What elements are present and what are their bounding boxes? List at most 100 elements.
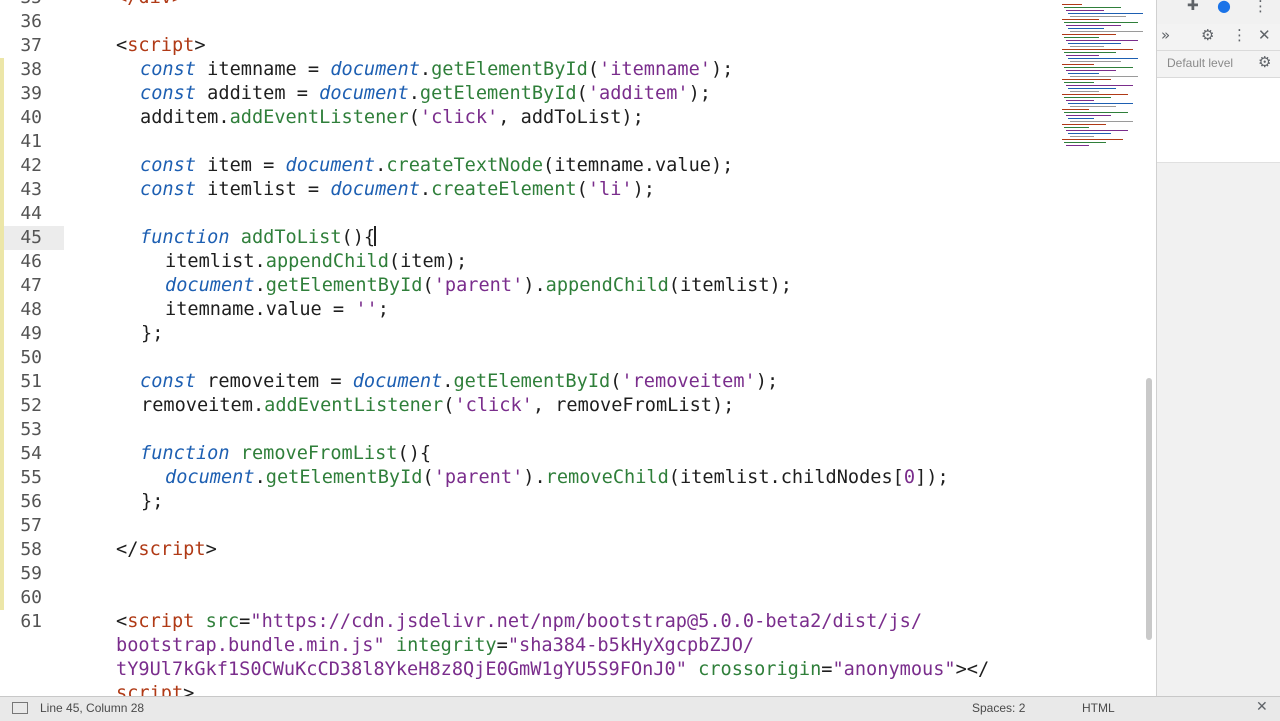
code-line[interactable]: }; <box>141 322 163 346</box>
code-token: additem = <box>195 83 320 104</box>
code-token: (item); <box>388 251 468 272</box>
minimap-line <box>1066 40 1138 41</box>
code-token: > <box>183 683 195 696</box>
code-token: ]); <box>915 467 949 488</box>
gear-icon[interactable]: ⚙ <box>1201 26 1214 44</box>
code-token: (){ <box>341 227 376 248</box>
code-line[interactable]: <script> <box>116 34 206 58</box>
line-number: 58 <box>20 539 42 560</box>
code-line[interactable]: const itemname = document.getElementById… <box>140 58 733 82</box>
code-line[interactable]: itemname.value = ''; <box>165 298 389 322</box>
minimap-line <box>1062 4 1082 5</box>
code-token: < <box>116 35 128 56</box>
code-line[interactable]: bootstrap.bundle.min.js" integrity="sha3… <box>116 634 754 658</box>
minimap-line <box>1068 58 1138 59</box>
minimap-line <box>1064 82 1094 83</box>
code-line[interactable]: </script> <box>116 538 217 562</box>
minimap-line <box>1062 124 1106 125</box>
minimap-line <box>1064 52 1116 53</box>
code-token: bootstrap.bundle.min.js" <box>116 635 385 656</box>
minimap-line <box>1062 34 1116 35</box>
code-line[interactable]: removeitem.addEventListener('click', rem… <box>141 394 734 418</box>
close-icon[interactable]: ✕ <box>1256 699 1268 715</box>
indentation-setting[interactable]: Spaces: 2 <box>972 701 1025 715</box>
code-line[interactable]: const itemlist = document.createElement(… <box>140 178 655 202</box>
code-line[interactable]: document.getElementById('parent').remove… <box>165 466 949 490</box>
code-line[interactable]: }; <box>141 490 163 514</box>
line-number: 47 <box>20 275 42 296</box>
code-line[interactable]: itemlist.appendChild(item); <box>165 250 467 274</box>
minimap-line <box>1064 142 1106 143</box>
line-number: 46 <box>20 251 42 272</box>
code-token: itemname.value = <box>165 299 356 320</box>
vertical-scrollbar[interactable] <box>1146 378 1152 640</box>
code-token: '' <box>355 299 378 320</box>
code-token: document <box>165 467 255 488</box>
code-token: ); <box>710 59 734 80</box>
code-line[interactable]: additem.addEventListener('click', addToL… <box>140 106 644 130</box>
chevrons-right-icon[interactable]: » <box>1161 26 1170 44</box>
minimap-line <box>1062 79 1111 80</box>
line-number: 60 <box>20 587 42 608</box>
minimap-line <box>1064 7 1121 8</box>
code-token: ( <box>610 371 622 392</box>
line-number: 38 <box>20 59 42 80</box>
minimap-line <box>1068 88 1116 89</box>
code-token: ). <box>523 275 546 296</box>
status-bar: Line 45, Column 28 Spaces: 2 HTML ✕ <box>0 696 1280 721</box>
code-line[interactable]: tY9Ul7kGkf1S0CWuKcCD38l8YkeH8z8QjE0GmW1g… <box>116 658 989 682</box>
code-editor[interactable]: 35</div>3637<script>38const itemname = d… <box>0 0 1156 696</box>
syntax-mode[interactable]: HTML <box>1082 701 1115 715</box>
code-token: document <box>352 371 443 392</box>
code-token: ); <box>632 179 655 200</box>
close-icon[interactable]: ✕ <box>1258 26 1271 44</box>
more-vertical-icon[interactable]: ⋮ <box>1253 0 1268 15</box>
code-token: src <box>205 611 240 632</box>
line-number: 52 <box>20 395 42 416</box>
line-number: 37 <box>20 35 42 56</box>
code-line[interactable]: const removeitem = document.getElementBy… <box>140 370 778 394</box>
code-line[interactable]: const item = document.createTextNode(ite… <box>140 154 733 178</box>
minimap-line <box>1068 118 1094 119</box>
code-token: ; <box>377 299 389 320</box>
code-token: 'click' <box>419 107 499 128</box>
line-number: 54 <box>20 443 42 464</box>
code-line[interactable]: function addToList(){ <box>140 226 377 250</box>
panel-toggle-icon[interactable] <box>12 702 28 714</box>
code-token: = <box>496 635 508 656</box>
line-number: 56 <box>20 491 42 512</box>
code-line[interactable]: script> <box>116 682 194 696</box>
log-level-select[interactable]: Default level <box>1167 56 1233 70</box>
code-token: ); <box>755 371 779 392</box>
profile-icon[interactable]: ● <box>1217 0 1231 15</box>
code-line[interactable]: const additem = document.getElementById(… <box>140 82 711 106</box>
code-line[interactable]: function removeFromList(){ <box>140 442 431 466</box>
code-token: script <box>138 539 206 560</box>
minimap[interactable] <box>1058 0 1144 160</box>
code-token: 'parent' <box>433 467 524 488</box>
code-token: function <box>140 227 230 248</box>
line-number: 39 <box>20 83 42 104</box>
code-line[interactable]: </div> <box>116 0 183 10</box>
gear-icon[interactable]: ⚙ <box>1258 53 1271 71</box>
line-number: 53 <box>20 419 42 440</box>
code-token: ( <box>443 395 455 416</box>
minimap-line <box>1070 106 1116 107</box>
code-token: . <box>419 179 432 200</box>
minimap-line <box>1068 13 1143 14</box>
code-token: < <box>116 611 128 632</box>
extension-icon[interactable]: ✚ <box>1187 0 1199 14</box>
code-token: const <box>140 371 196 392</box>
cursor-position[interactable]: Line 45, Column 28 <box>40 701 144 715</box>
minimap-line <box>1068 73 1099 74</box>
minimap-line <box>1070 16 1126 17</box>
line-number: 35 <box>0 0 42 10</box>
code-token: (){ <box>397 443 432 464</box>
minimap-line <box>1064 67 1133 68</box>
more-vertical-icon[interactable]: ⋮ <box>1232 26 1247 44</box>
minimap-line <box>1066 10 1104 11</box>
code-line[interactable]: document.getElementById('parent').append… <box>165 274 792 298</box>
code-line[interactable]: <script src="https://cdn.jsdelivr.net/np… <box>116 610 922 634</box>
